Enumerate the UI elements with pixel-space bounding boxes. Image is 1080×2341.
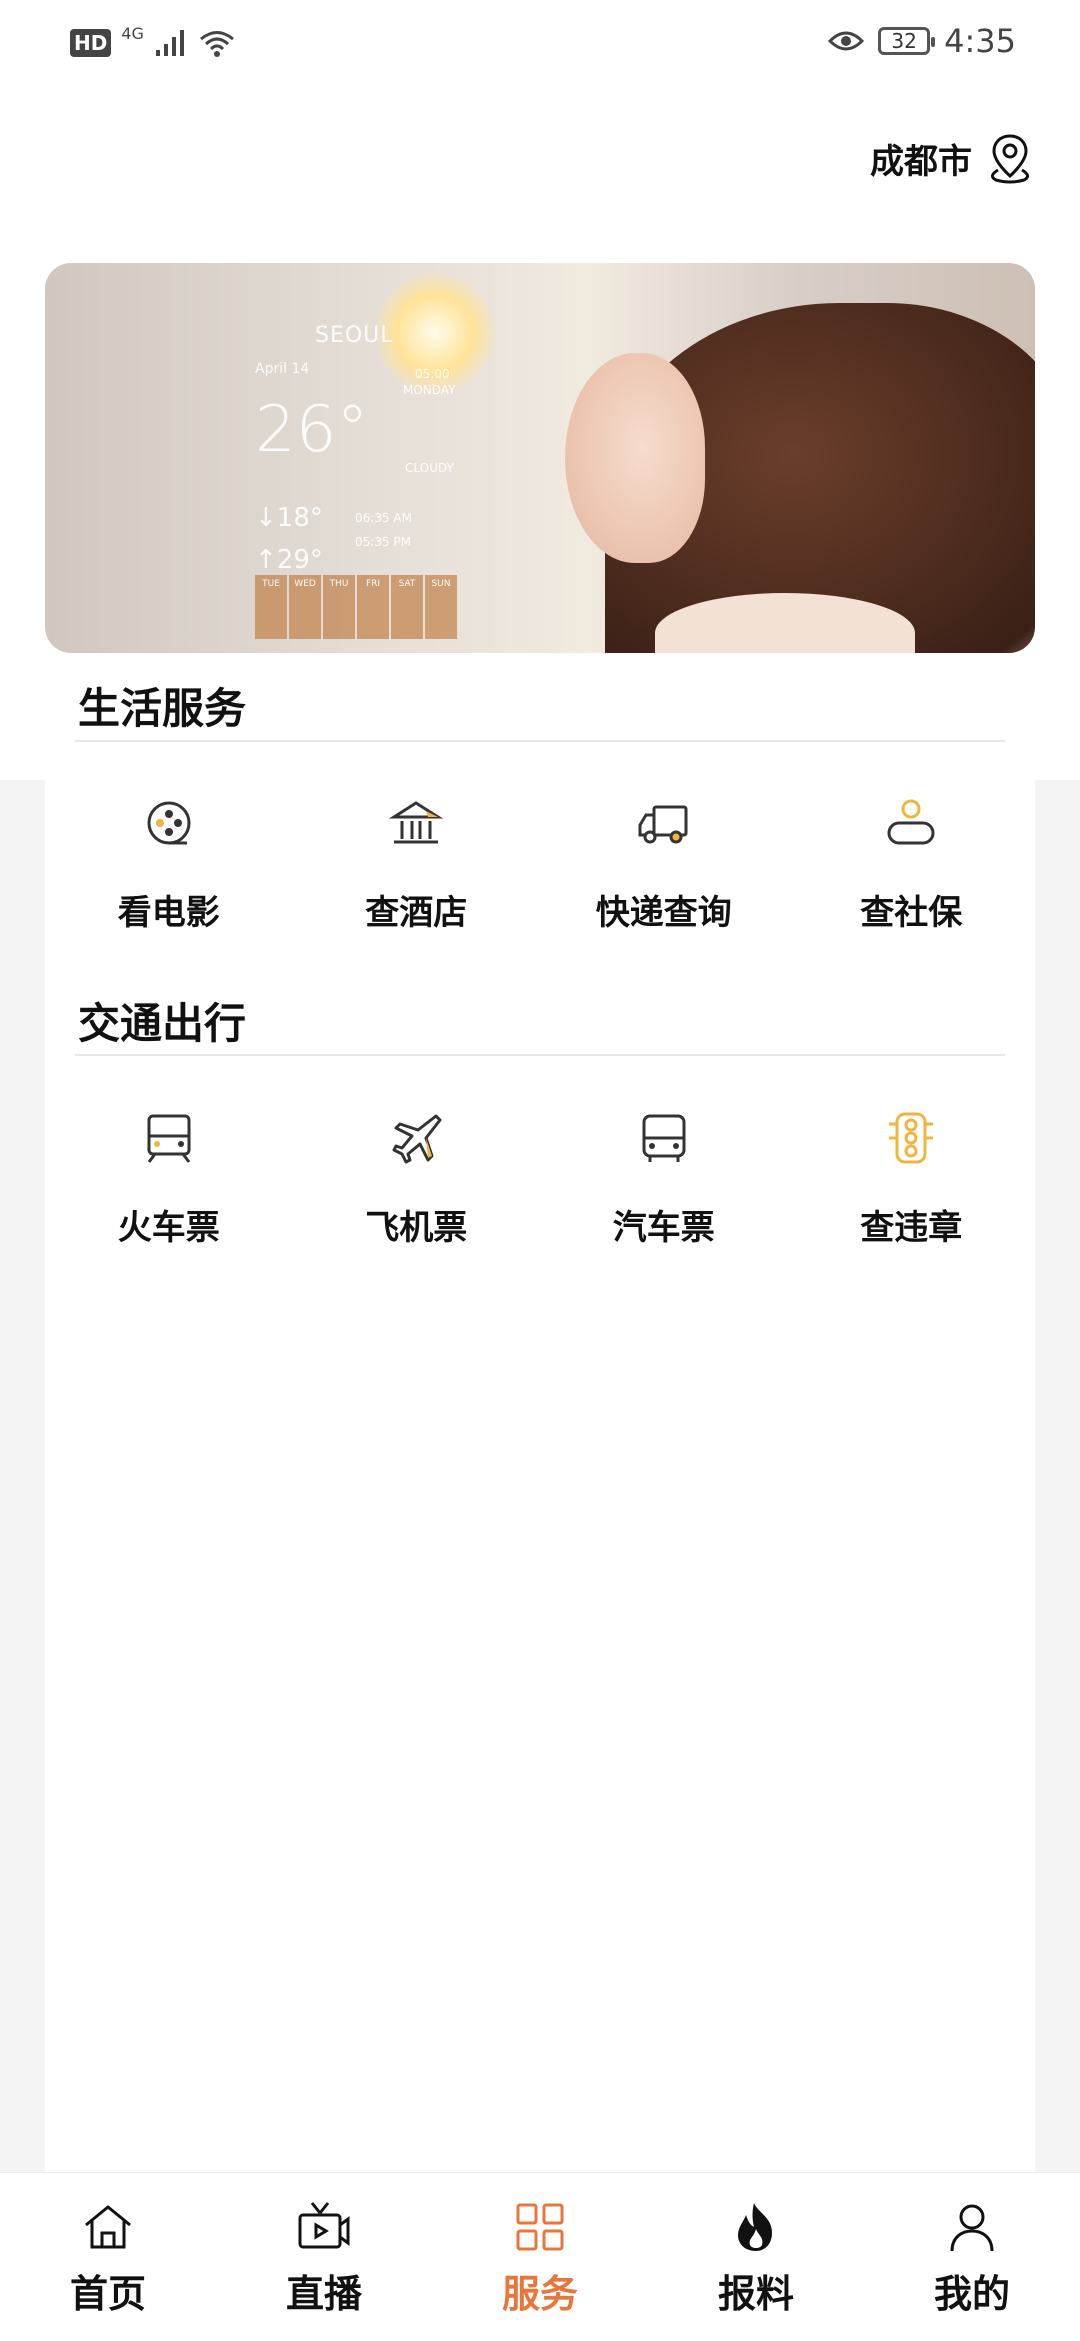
service-movie[interactable]: 看电影 <box>45 795 293 934</box>
service-label: 飞机票 <box>365 1208 468 1248</box>
page-gutter-right <box>1035 780 1080 2175</box>
service-label: 快递查询 <box>595 893 732 933</box>
service-label: 查违章 <box>860 1208 963 1248</box>
flame-icon <box>738 2203 772 2251</box>
weather-sunset: 05:35 PM <box>355 535 411 549</box>
weather-time: 05:00 <box>415 367 450 381</box>
network-type: 4G <box>121 23 144 43</box>
nav-services[interactable]: 服务 <box>432 2173 648 2341</box>
airplane-icon <box>392 1114 442 1164</box>
hotel-building-icon <box>389 801 444 844</box>
nav-report[interactable]: 报料 <box>648 2173 864 2341</box>
nav-label: 首页 <box>69 2271 146 2316</box>
forecast-day: SAT <box>391 575 423 639</box>
forecast-day: FRI <box>357 575 389 639</box>
tv-live-icon <box>298 2202 350 2249</box>
location-label: 成都市 <box>870 141 972 182</box>
page-gutter-left <box>0 780 45 2175</box>
weather-forecast-days: TUE WED THU FRI SAT SUN <box>255 575 457 639</box>
weather-panel-graphic: SEOUL April 14 05:00 MONDAY 26° CLOUDY ↓… <box>255 323 485 643</box>
status-time: 4:35 <box>944 22 1016 60</box>
weather-day: MONDAY <box>403 383 456 397</box>
service-label: 查酒店 <box>365 893 468 933</box>
service-train[interactable]: 火车票 <box>45 1110 293 1249</box>
social-security-person-icon <box>887 799 935 845</box>
transport-grid: 火车票 飞机票 汽车票 查违章 <box>45 1110 1035 1249</box>
section-title-life-services: 生活服务 <box>78 684 247 733</box>
service-hotel[interactable]: 查酒店 <box>293 795 541 934</box>
service-label: 查社保 <box>860 893 963 933</box>
section-divider <box>75 1054 1005 1056</box>
bottom-nav: 首页 直播 服务 报料 我的 <box>0 2172 1080 2341</box>
nav-label: 我的 <box>933 2271 1010 2316</box>
service-label: 汽车票 <box>612 1208 715 1248</box>
nav-mine[interactable]: 我的 <box>864 2173 1080 2341</box>
weather-temp: 26° <box>255 393 369 467</box>
train-icon <box>147 1114 191 1163</box>
map-pin-icon <box>991 134 1029 184</box>
traffic-light-icon <box>889 1112 934 1164</box>
service-label: 看电影 <box>117 893 220 933</box>
location-selector[interactable]: 成都市 <box>870 130 1038 186</box>
wifi-icon <box>199 31 234 57</box>
service-flight[interactable]: 飞机票 <box>293 1110 541 1249</box>
battery-indicator: 32 <box>878 27 936 55</box>
nav-label: 报料 <box>717 2271 794 2316</box>
weather-low: ↓18° <box>255 503 323 533</box>
service-social-security[interactable]: 查社保 <box>788 795 1036 934</box>
nav-live[interactable]: 直播 <box>216 2173 432 2341</box>
forecast-day: TUE <box>255 575 287 639</box>
forecast-day: THU <box>323 575 355 639</box>
status-bar: HD 4G 32 4:35 <box>0 0 1080 92</box>
service-violation[interactable]: 查违章 <box>788 1110 1036 1249</box>
hd-badge: HD <box>70 29 112 57</box>
signal-icon <box>155 30 184 56</box>
nav-label: 直播 <box>285 2271 362 2316</box>
section-title-transport: 交通出行 <box>78 999 247 1048</box>
section-divider <box>75 740 1005 742</box>
bus-icon <box>642 1114 686 1162</box>
weather-high: ↑29° <box>255 545 323 575</box>
life-services-grid: 看电影 查酒店 快递查询 查社保 <box>45 795 1035 934</box>
weather-city: SEOUL <box>315 323 394 348</box>
nav-home[interactable]: 首页 <box>0 2173 216 2341</box>
weather-date: April 14 <box>255 361 310 377</box>
weather-condition: CLOUDY <box>405 461 454 475</box>
delivery-truck-icon <box>638 805 688 844</box>
forecast-day: SUN <box>425 575 457 639</box>
user-icon <box>950 2204 994 2252</box>
grid-services-icon <box>516 2203 564 2251</box>
film-reel-icon <box>147 801 191 845</box>
promo-banner[interactable]: SEOUL April 14 05:00 MONDAY 26° CLOUDY ↓… <box>45 263 1035 653</box>
eye-comfort-icon <box>828 31 865 51</box>
forecast-day: WED <box>289 575 321 639</box>
nav-label: 服务 <box>501 2271 578 2316</box>
service-label: 火车票 <box>117 1208 220 1248</box>
service-bus[interactable]: 汽车票 <box>540 1110 788 1249</box>
home-icon <box>85 2205 131 2249</box>
service-express[interactable]: 快递查询 <box>540 795 788 934</box>
banner-person-face <box>565 353 705 563</box>
weather-sunrise: 06:35 AM <box>355 511 412 525</box>
